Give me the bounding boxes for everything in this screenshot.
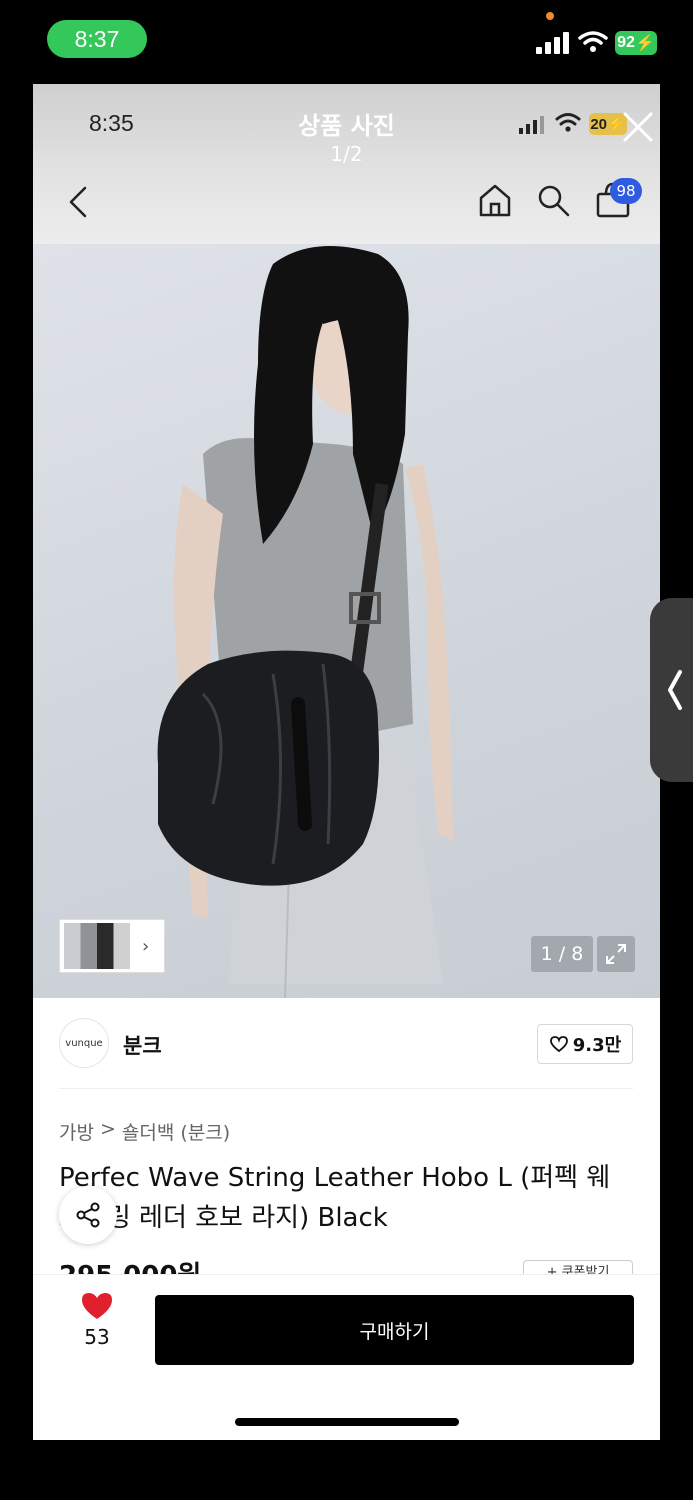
- brand-like-count: 9.3만: [572, 1035, 622, 1056]
- coupon-button[interactable]: + 쿠폰받기: [523, 1260, 633, 1274]
- battery-indicator: 92 ⚡: [615, 31, 657, 55]
- wifi-icon: [555, 113, 581, 132]
- signal-icon: [519, 116, 544, 134]
- photo-counter: 1 / 8: [531, 936, 593, 972]
- heart-outline-icon: [549, 1036, 568, 1053]
- signal-icon: [536, 32, 569, 54]
- wishlist-button[interactable]: 53: [79, 1291, 115, 1349]
- side-panel-handle[interactable]: [650, 598, 693, 782]
- wishlist-count: 53: [84, 1325, 110, 1349]
- home-indicator[interactable]: [235, 1418, 459, 1426]
- cart-count-badge: 98: [610, 178, 642, 204]
- breadcrumb: 가방 > 숄더백 (분크): [59, 1118, 230, 1145]
- device-status-bar: 8:37 92 ⚡: [0, 0, 693, 84]
- privacy-indicator-dot: [546, 12, 554, 20]
- thumbnail-image: [64, 923, 130, 969]
- thumbnail-strip-button[interactable]: ›: [59, 919, 165, 973]
- home-icon[interactable]: [477, 182, 513, 218]
- close-icon[interactable]: [621, 110, 655, 144]
- device-time: 8:37: [47, 20, 147, 58]
- wifi-icon: [578, 31, 608, 52]
- model-illustration: [157, 246, 453, 998]
- breadcrumb-separator: >: [99, 1118, 116, 1140]
- price: 295,000원: [59, 1256, 201, 1274]
- divider: [59, 1088, 633, 1089]
- bottom-action-bar: 53 구매하기: [33, 1274, 660, 1440]
- heart-filled-icon: [82, 1293, 112, 1319]
- share-button[interactable]: [59, 1186, 117, 1244]
- side-handle-chevron-icon: [668, 670, 682, 710]
- brand-like-button[interactable]: 9.3만: [537, 1024, 633, 1064]
- search-icon[interactable]: [535, 182, 571, 218]
- product-photo[interactable]: › 1 / 8: [33, 244, 660, 998]
- breadcrumb-category[interactable]: 가방: [59, 1118, 94, 1145]
- buy-button[interactable]: 구매하기: [155, 1295, 634, 1365]
- viewer-header: 8:35 상품 사진 1/2 20 ⚡ 98: [33, 84, 660, 244]
- share-icon: [76, 1202, 100, 1228]
- thumbnail-arrow-icon: ›: [142, 935, 150, 957]
- brand-logo[interactable]: vunque: [59, 1018, 109, 1068]
- viewer-page-count: 1/2: [330, 142, 363, 166]
- expand-icon[interactable]: [597, 936, 635, 972]
- brand-name[interactable]: 분크: [123, 1030, 162, 1060]
- back-icon[interactable]: [65, 184, 91, 220]
- screenshot-frame: 8:35 상품 사진 1/2 20 ⚡ 98 › 1 / 8 vunque 분크…: [33, 84, 660, 1440]
- breadcrumb-subcategory[interactable]: 숄더백 (분크): [122, 1118, 230, 1145]
- product-title: Perfec Wave String Leather Hobo L (퍼펙 웨 …: [59, 1163, 611, 1233]
